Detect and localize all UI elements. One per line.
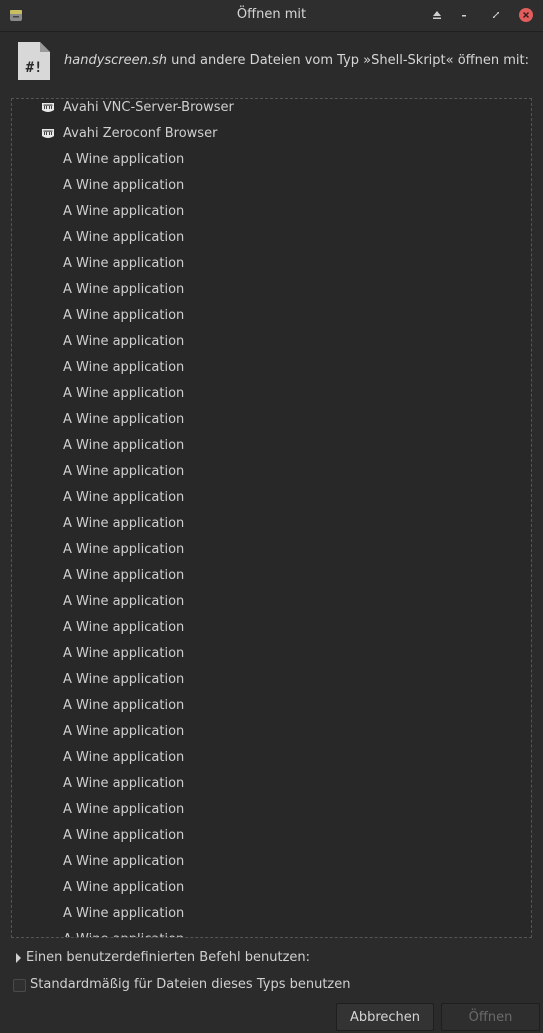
list-item-label: Avahi Zeroconf Browser xyxy=(63,126,218,141)
list-item-label: A Wine application xyxy=(63,490,185,505)
list-item[interactable]: A Wine application xyxy=(12,200,531,226)
list-item[interactable]: A Wine application xyxy=(12,356,531,382)
list-item-label: A Wine application xyxy=(63,906,185,921)
list-item-label: A Wine application xyxy=(63,594,185,609)
list-item[interactable]: Avahi Zeroconf Browser xyxy=(12,122,531,148)
list-item-label: A Wine application xyxy=(63,698,185,713)
list-item-label: A Wine application xyxy=(63,360,185,375)
list-item-label: A Wine application xyxy=(63,464,185,479)
list-item-label: A Wine application xyxy=(63,152,185,167)
list-item-label: A Wine application xyxy=(63,230,185,245)
list-item-label: A Wine application xyxy=(63,178,185,193)
list-item[interactable]: A Wine application xyxy=(12,486,531,512)
minimize-icon xyxy=(462,15,466,17)
application-list[interactable]: Avahi VNC-Server-Browser Avahi Zeroconf B… xyxy=(11,98,532,938)
list-item[interactable]: A Wine application xyxy=(12,720,531,746)
custom-command-label: Einen benutzerdefinierten Befehl benutze… xyxy=(26,950,311,965)
expander-arrow-icon xyxy=(16,953,21,963)
list-item[interactable]: A Wine application xyxy=(12,902,531,928)
list-item[interactable]: A Wine application xyxy=(12,746,531,772)
list-item-label: A Wine application xyxy=(63,620,185,635)
list-item[interactable]: A Wine application xyxy=(12,538,531,564)
shade-button[interactable] xyxy=(430,8,444,22)
list-item[interactable]: A Wine application xyxy=(12,564,531,590)
close-button[interactable] xyxy=(519,8,533,22)
list-item-label: A Wine application xyxy=(63,334,185,349)
list-item[interactable]: A Wine application xyxy=(12,876,531,902)
list-item-label: A Wine application xyxy=(63,646,185,661)
list-item[interactable]: A Wine application xyxy=(12,798,531,824)
list-item-label: A Wine application xyxy=(63,750,185,765)
list-item-label: A Wine application xyxy=(63,386,185,401)
list-item-label: A Wine application xyxy=(63,412,185,427)
file-name: handyscreen.sh xyxy=(64,53,168,68)
open-with-dialog: Öffnen mit #! handyscreen.sh und andere … xyxy=(0,0,543,1033)
list-item[interactable]: A Wine application xyxy=(12,330,531,356)
list-item-label: A Wine application xyxy=(63,672,185,687)
list-item[interactable]: A Wine application xyxy=(12,174,531,200)
list-item[interactable]: A Wine application xyxy=(12,512,531,538)
list-item[interactable]: A Wine application xyxy=(12,252,531,278)
maximize-button[interactable] xyxy=(489,8,503,22)
dialog-header: #! handyscreen.sh und andere Dateien vom… xyxy=(16,40,529,82)
list-item[interactable]: A Wine application xyxy=(12,434,531,460)
list-item[interactable]: A Wine application xyxy=(12,382,531,408)
application-rows: Avahi VNC-Server-Browser Avahi Zeroconf B… xyxy=(12,99,531,937)
list-item[interactable]: A Wine application xyxy=(12,616,531,642)
list-item[interactable]: Avahi VNC-Server-Browser xyxy=(12,99,531,122)
list-item-label: A Wine application xyxy=(63,308,185,323)
list-item[interactable]: A Wine application xyxy=(12,928,531,937)
list-item[interactable]: A Wine application xyxy=(12,850,531,876)
list-item-label: A Wine application xyxy=(63,932,184,937)
default-checkbox[interactable] xyxy=(13,979,26,992)
eject-icon xyxy=(433,11,441,19)
list-item[interactable]: A Wine application xyxy=(12,226,531,252)
list-item-label: A Wine application xyxy=(63,776,185,791)
list-item-label: Avahi VNC-Server-Browser xyxy=(63,100,234,115)
shell-script-glyph: #! xyxy=(26,60,43,76)
shell-script-icon: #! xyxy=(18,42,50,80)
default-checkbox-label: Standardmäßig für Dateien dieses Typs be… xyxy=(30,977,351,992)
list-item[interactable]: A Wine application xyxy=(12,148,531,174)
list-item-label: A Wine application xyxy=(63,724,185,739)
list-item-label: A Wine application xyxy=(63,282,185,297)
network-icon xyxy=(42,129,54,138)
cancel-button[interactable]: Abbrechen xyxy=(336,1003,434,1031)
list-item[interactable]: A Wine application xyxy=(12,304,531,330)
list-item[interactable]: A Wine application xyxy=(12,460,531,486)
list-item-label: A Wine application xyxy=(63,802,185,817)
list-item[interactable]: A Wine application xyxy=(12,408,531,434)
list-item[interactable]: A Wine application xyxy=(12,668,531,694)
list-item[interactable]: A Wine application xyxy=(12,590,531,616)
list-item-label: A Wine application xyxy=(63,204,185,219)
network-icon xyxy=(42,103,54,112)
list-item[interactable]: A Wine application xyxy=(12,772,531,798)
list-item-label: A Wine application xyxy=(63,256,185,271)
maximize-icon xyxy=(493,12,499,18)
header-description: und andere Dateien vom Typ »Shell-Skript… xyxy=(167,53,529,68)
list-item-label: A Wine application xyxy=(63,516,185,531)
list-item-label: A Wine application xyxy=(63,438,185,453)
close-icon xyxy=(522,11,530,19)
list-item[interactable]: A Wine application xyxy=(12,694,531,720)
list-item-label: A Wine application xyxy=(63,828,185,843)
list-item-label: A Wine application xyxy=(63,568,185,583)
header-text: handyscreen.sh und andere Dateien vom Ty… xyxy=(64,53,529,68)
open-button[interactable]: Öffnen xyxy=(441,1003,540,1031)
list-item-label: A Wine application xyxy=(63,854,185,869)
list-item[interactable]: A Wine application xyxy=(12,278,531,304)
list-item-label: A Wine application xyxy=(63,542,185,557)
list-item[interactable]: A Wine application xyxy=(12,642,531,668)
title-bar[interactable]: Öffnen mit xyxy=(0,0,543,32)
list-item-label: A Wine application xyxy=(63,880,185,895)
list-item[interactable]: A Wine application xyxy=(12,824,531,850)
minimize-button[interactable] xyxy=(457,8,471,22)
